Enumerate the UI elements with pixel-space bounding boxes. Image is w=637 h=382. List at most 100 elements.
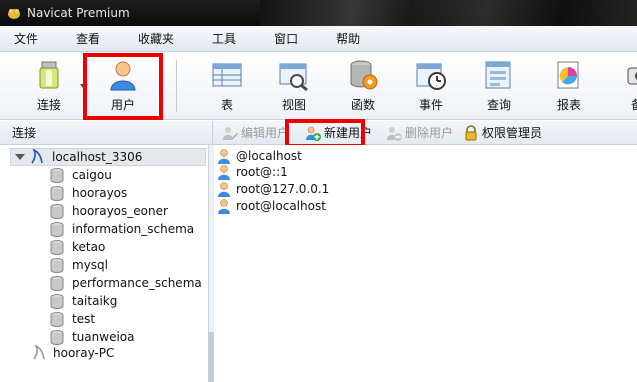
menu-file[interactable]: 文件	[0, 30, 46, 47]
database-icon	[50, 329, 64, 345]
connection-name: localhost_3306	[52, 150, 143, 164]
database-icon	[50, 257, 64, 273]
event-label: 事件	[418, 98, 443, 112]
user-name: root@localhost	[236, 199, 326, 213]
database-icon	[50, 275, 64, 291]
tree-db-item[interactable]: mysql	[50, 256, 108, 274]
database-icon	[50, 185, 64, 201]
connection-panel-header: 连接	[0, 121, 213, 145]
db-name: information_schema	[72, 222, 195, 236]
user-icon	[218, 182, 230, 197]
user-name: @localhost	[236, 149, 302, 163]
function-icon	[350, 60, 378, 90]
function-button[interactable]: 函数	[326, 54, 400, 118]
view-icon	[279, 63, 308, 92]
user-icon	[218, 149, 230, 164]
delete-user-label: 删除用户	[405, 126, 454, 140]
toolbar-divider	[176, 60, 177, 112]
menu-window[interactable]: 窗口	[260, 30, 306, 47]
report-icon	[557, 61, 579, 89]
tree-db-item[interactable]: taitaikg	[50, 292, 117, 310]
user-name: root@127.0.0.1	[236, 182, 330, 196]
connection-name: hooray-PC	[53, 346, 115, 360]
connect-icon	[39, 61, 59, 89]
user-list-item[interactable]: root@::1	[217, 163, 288, 181]
navicat-logo-icon	[8, 9, 20, 19]
view-label: 视图	[281, 98, 306, 112]
tree-scrollbar-thumb[interactable]	[208, 332, 214, 382]
privilege-manager-button[interactable]: 权限管理员	[459, 122, 546, 144]
tree-db-item[interactable]: caigou	[50, 166, 112, 184]
user-name: root@::1	[236, 165, 288, 179]
edit-user-label: 编辑用户	[241, 126, 290, 140]
menu-favorites[interactable]: 收藏夹	[124, 30, 182, 47]
query-label: 查询	[486, 98, 511, 112]
connection-panel-title: 连接	[12, 126, 37, 140]
table-button[interactable]: 表	[190, 54, 264, 118]
tree-connection-hooray-pc[interactable]: hooray-PC	[32, 345, 114, 361]
connection-tree: localhost_3306 caigou hoorayos hoorayos_…	[0, 145, 208, 382]
db-name: ketao	[72, 240, 106, 254]
backup-icon	[627, 67, 637, 85]
db-name: caigou	[72, 168, 112, 182]
db-name: performance_schema	[72, 276, 202, 290]
edit-user-icon	[223, 126, 238, 140]
query-button[interactable]: 查询	[462, 54, 536, 118]
user-icon	[218, 199, 230, 214]
title-bar-glass	[260, 0, 637, 26]
menu-view[interactable]: 查看	[62, 30, 108, 47]
db-name: tuanweioa	[72, 330, 135, 344]
function-label: 函数	[350, 98, 375, 112]
db-name: test	[72, 312, 96, 326]
tree-db-item[interactable]: ketao	[50, 238, 105, 256]
database-icon	[50, 239, 64, 255]
event-button[interactable]: 事件	[394, 54, 468, 118]
database-icon	[50, 311, 64, 327]
tree-db-item[interactable]: information_schema	[50, 220, 194, 238]
menu-tools[interactable]: 工具	[198, 30, 244, 47]
tree-db-item[interactable]: tuanweioa	[50, 328, 135, 346]
user-icon	[218, 165, 230, 180]
lock-icon	[465, 124, 477, 140]
database-icon	[50, 203, 64, 219]
db-name: taitaikg	[72, 294, 118, 308]
privilege-manager-label: 权限管理员	[482, 126, 543, 140]
event-icon	[416, 63, 446, 90]
tree-connection-localhost[interactable]: localhost_3306	[10, 148, 206, 166]
tree-db-item[interactable]: hoorayos_eoner	[50, 202, 168, 220]
window-title: Navicat Premium	[27, 6, 130, 20]
edit-user-button[interactable]: 编辑用户	[218, 122, 293, 144]
db-name: hoorayos_eoner	[72, 204, 168, 218]
backup-button[interactable]: 备	[600, 54, 637, 118]
report-button[interactable]: 报表	[532, 54, 606, 118]
connect-button[interactable]: 连接	[12, 54, 86, 118]
database-icon	[50, 167, 64, 183]
table-icon	[212, 63, 242, 87]
database-icon	[50, 293, 64, 309]
menu-bar: 文件 查看 收藏夹 工具 窗口 帮助	[0, 26, 637, 52]
table-label: 表	[220, 98, 233, 112]
title-bar: Navicat Premium	[0, 0, 637, 26]
report-label: 报表	[556, 98, 581, 112]
db-name: mysql	[72, 258, 108, 272]
tree-db-item[interactable]: hoorayos	[50, 184, 127, 202]
user-list-item[interactable]: root@localhost	[217, 197, 326, 215]
mysql-dolphin-icon	[31, 149, 43, 164]
user-list-item[interactable]: root@127.0.0.1	[217, 180, 329, 198]
expand-arrow-icon[interactable]	[15, 154, 25, 160]
new-user-highlight	[285, 119, 365, 148]
database-icon	[50, 221, 64, 237]
db-name: hoorayos	[72, 186, 128, 200]
connect-label: 连接	[36, 98, 61, 112]
delete-user-icon	[387, 126, 403, 141]
tree-db-item[interactable]: test	[50, 310, 95, 328]
view-button[interactable]: 视图	[257, 54, 331, 118]
menu-help[interactable]: 帮助	[322, 30, 368, 47]
query-icon	[485, 61, 511, 89]
user-sub-toolbar: 编辑用户 新建用户 删除用户 权限管理员	[213, 121, 637, 145]
tree-db-item[interactable]: performance_schema	[50, 274, 202, 292]
backup-label: 备	[630, 98, 637, 112]
user-list: @localhost root@::1 root@127.0.0.1 root@…	[215, 145, 637, 382]
delete-user-button[interactable]: 删除用户	[382, 122, 457, 144]
mysql-dolphin-icon	[33, 345, 45, 360]
